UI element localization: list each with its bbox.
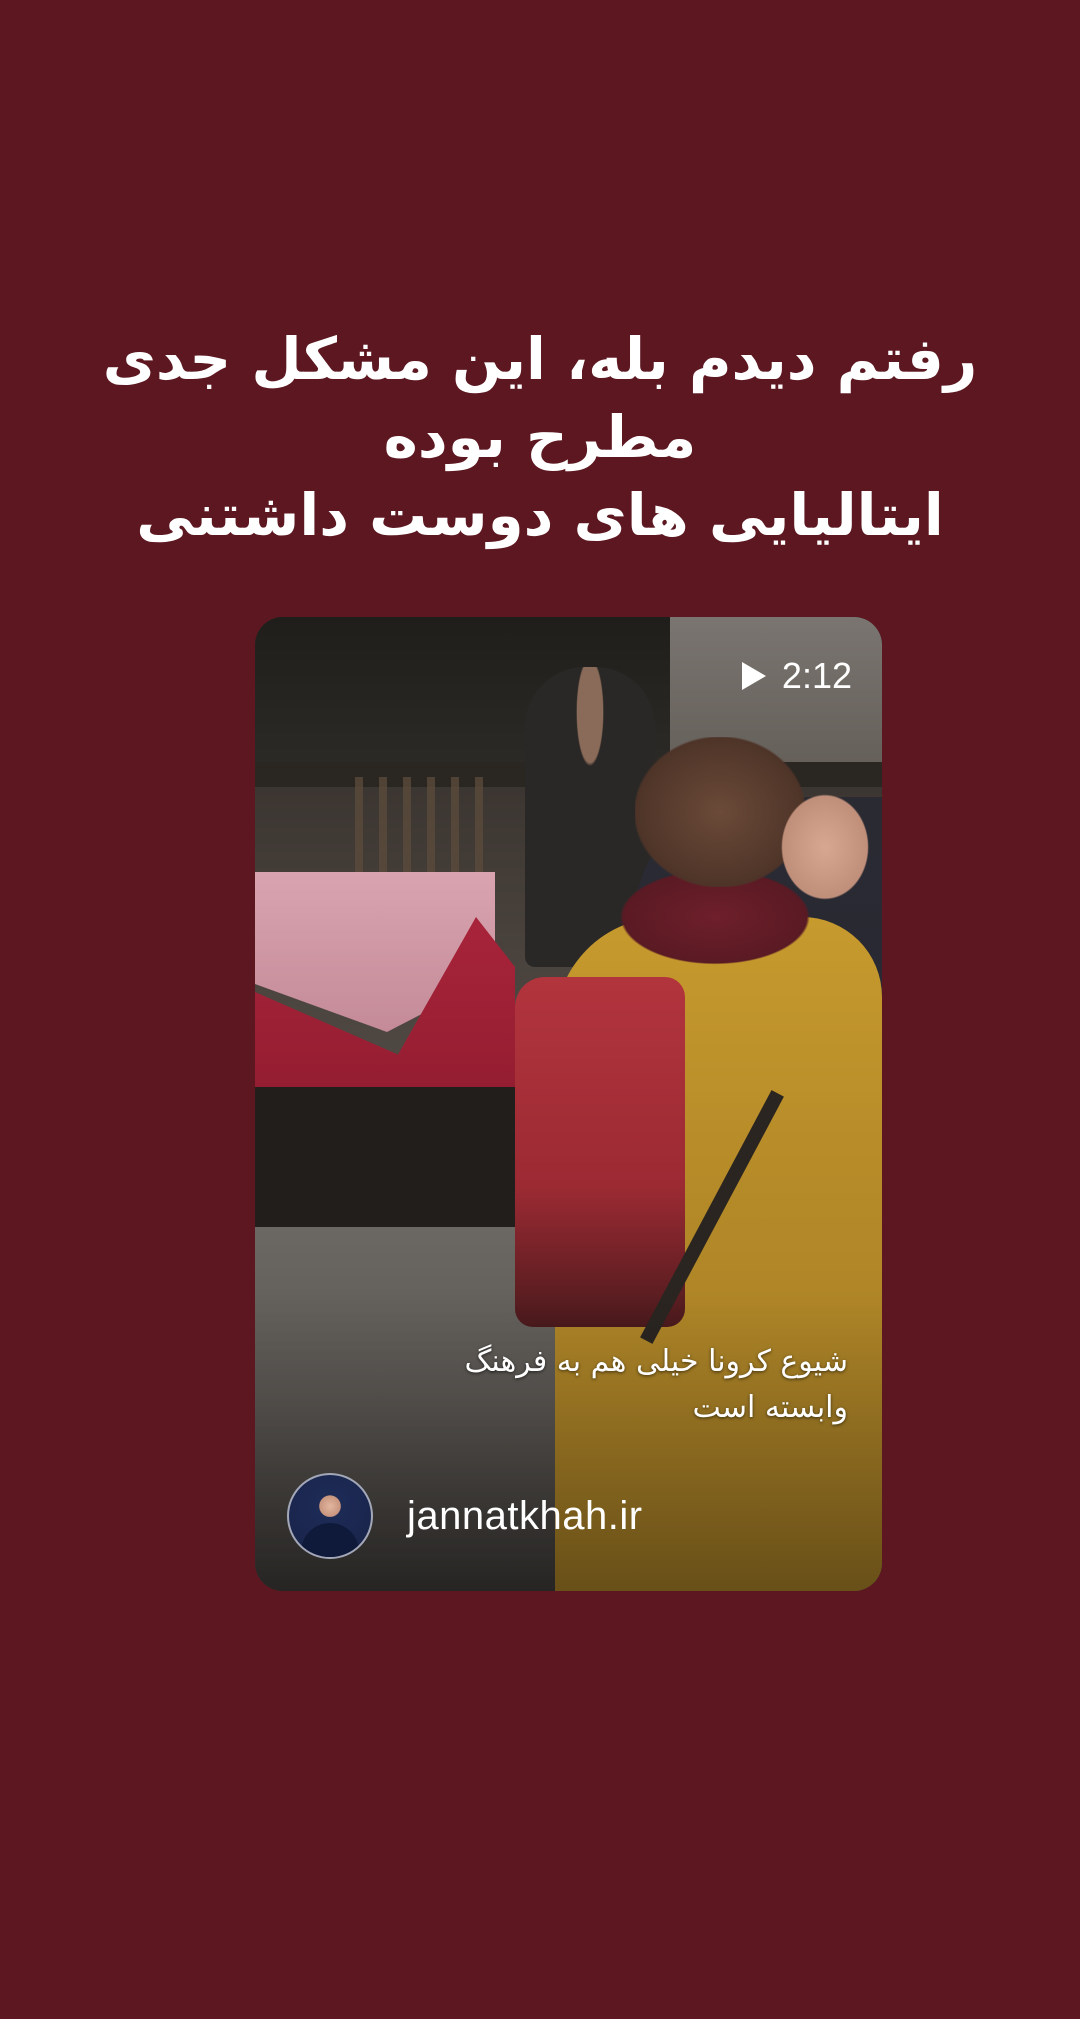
avatar[interactable] (287, 1473, 373, 1559)
video-caption: شیوع کرونا خیلی هم به فرهنگ وابسته است (328, 1339, 848, 1431)
play-icon (741, 662, 766, 690)
shared-video-post[interactable]: 2:12 شیوع کرونا خیلی هم به فرهنگ وابسته … (255, 617, 882, 1591)
story-caption-line: ایتالیایی های دوست داشتنی (136, 481, 944, 549)
duration-label: 2:12 (781, 655, 852, 696)
video-caption-line: وابسته است (692, 1390, 848, 1425)
post-author[interactable]: jannatkhah.ir (287, 1473, 643, 1559)
video-thumbnail (255, 617, 882, 1591)
story-caption: رفتم دیدم بله، این مشکل جدی مطرح بوده ای… (60, 320, 1020, 554)
author-username[interactable]: jannatkhah.ir (407, 1494, 643, 1539)
story-caption-line: رفتم دیدم بله، این مشکل جدی (102, 325, 978, 393)
story-caption-line: مطرح بوده (383, 403, 697, 471)
video-duration: 2:12 (741, 655, 852, 697)
video-caption-line: شیوع کرونا خیلی هم به فرهنگ (464, 1344, 848, 1379)
